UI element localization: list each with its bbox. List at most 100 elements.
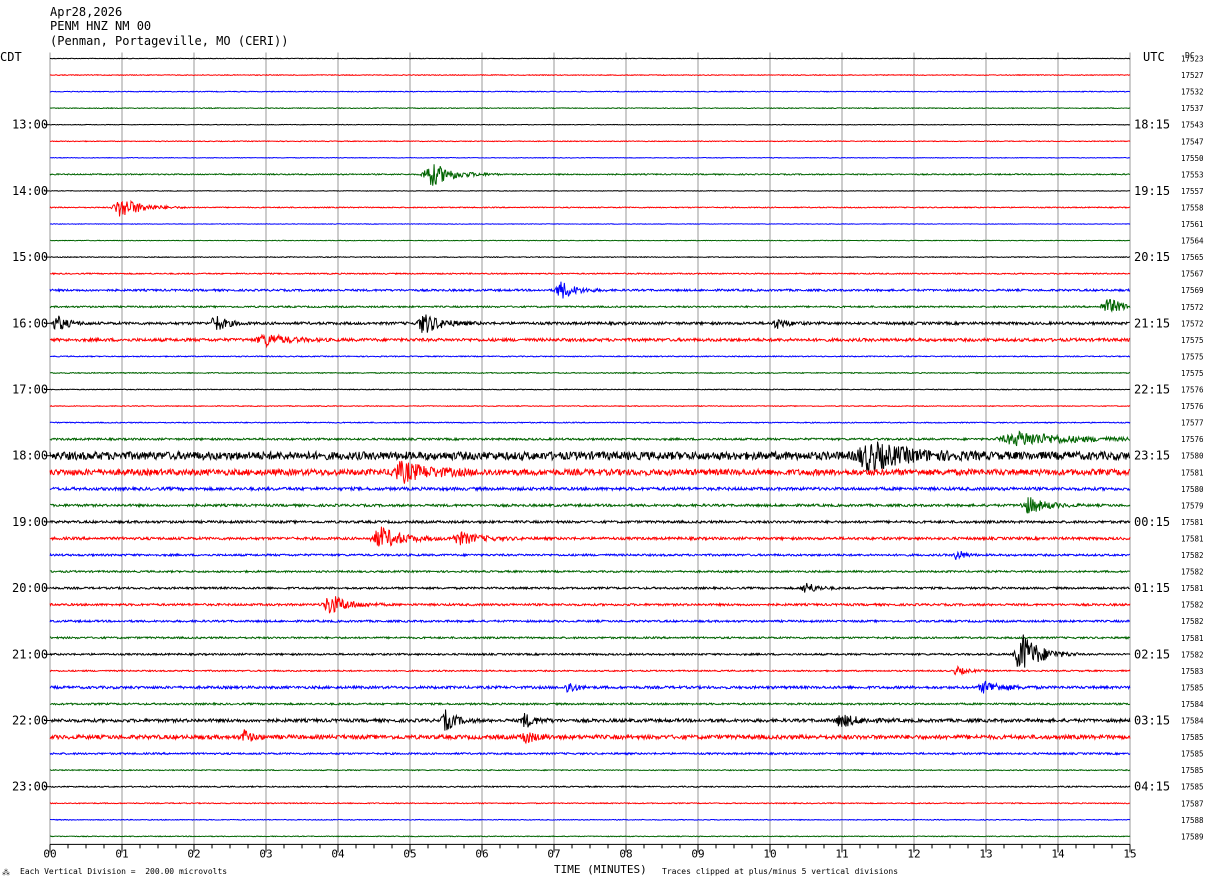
left-hour-label: 21:00 bbox=[12, 647, 48, 661]
seismic-trace bbox=[49, 680, 1131, 694]
trace-dc-value: 17582 bbox=[1181, 650, 1204, 659]
trace-dc-value: 17561 bbox=[1181, 220, 1204, 229]
trace-dc-value: 17581 bbox=[1181, 534, 1204, 543]
scale-note: Each Vertical Division = 200.00 microvol… bbox=[20, 867, 228, 876]
trace-dc-value: 17553 bbox=[1181, 170, 1204, 179]
x-axis-title: TIME (MINUTES) bbox=[554, 863, 647, 876]
scale-icon: ⁂ bbox=[2, 868, 10, 877]
trace-dc-value: 17558 bbox=[1181, 203, 1204, 212]
left-hour-label: 17:00 bbox=[12, 383, 48, 397]
trace-dc-value: 17580 bbox=[1181, 452, 1204, 461]
seismic-trace bbox=[49, 57, 1131, 60]
right-hour-label: 04:15 bbox=[1134, 780, 1170, 794]
left-hour-label: 23:00 bbox=[12, 780, 48, 794]
seismic-trace bbox=[49, 785, 1131, 789]
seismic-trace bbox=[49, 664, 1131, 676]
trace-dc-value: 17585 bbox=[1181, 766, 1204, 775]
seismic-trace bbox=[49, 634, 1131, 668]
seismic-trace bbox=[49, 355, 1131, 358]
trace-dc-value: 17588 bbox=[1181, 816, 1204, 825]
trace-dc-value: 17584 bbox=[1181, 717, 1204, 726]
trace-dc-value: 17581 bbox=[1181, 518, 1204, 527]
seismic-trace bbox=[49, 582, 1131, 593]
seismic-trace bbox=[49, 421, 1131, 424]
seismic-trace bbox=[49, 550, 1131, 560]
seismic-trace bbox=[49, 635, 1131, 640]
left-hour-label: 19:00 bbox=[12, 515, 48, 529]
trace-dc-value: 17576 bbox=[1181, 386, 1204, 395]
seismic-trace bbox=[49, 526, 1131, 547]
x-tick-label: 11 bbox=[835, 847, 848, 860]
seismic-trace bbox=[49, 618, 1131, 624]
seismic-trace bbox=[49, 441, 1131, 473]
seismic-trace bbox=[49, 333, 1131, 349]
clip-note: Traces clipped at plus/minus 5 vertical … bbox=[662, 867, 899, 876]
left-hour-label: 15:00 bbox=[12, 250, 48, 264]
seismic-trace bbox=[49, 768, 1131, 772]
trace-dc-value: 17537 bbox=[1181, 104, 1204, 113]
trace-dc-value: 17587 bbox=[1181, 799, 1204, 808]
trace-dc-value: 17582 bbox=[1181, 551, 1204, 560]
trace-dc-value: 17567 bbox=[1181, 270, 1204, 279]
trace-dc-value: 17582 bbox=[1181, 617, 1204, 626]
seismic-trace bbox=[49, 239, 1131, 242]
seismic-trace bbox=[49, 729, 1131, 745]
seismic-trace bbox=[49, 835, 1131, 838]
seismic-trace bbox=[49, 801, 1131, 805]
seismic-trace bbox=[49, 430, 1131, 447]
trace-dc-value: 17547 bbox=[1181, 137, 1204, 146]
x-tick-label: 14 bbox=[1051, 847, 1065, 860]
trace-dc-value: 17585 bbox=[1181, 750, 1204, 759]
x-tick-label: 00 bbox=[43, 847, 56, 860]
trace-dc-value: 17523 bbox=[1181, 55, 1204, 64]
trace-dc-value: 17550 bbox=[1181, 154, 1204, 163]
seismic-trace bbox=[49, 314, 1131, 333]
seismic-trace bbox=[49, 497, 1131, 514]
seismic-trace bbox=[49, 388, 1131, 391]
seismic-trace bbox=[49, 223, 1131, 225]
trace-dc-value: 17583 bbox=[1181, 667, 1204, 676]
seismic-trace bbox=[50, 189, 1131, 192]
trace-dc-value: 17565 bbox=[1181, 253, 1204, 262]
x-tick-label: 13 bbox=[979, 847, 992, 860]
trace-dc-value: 17575 bbox=[1181, 336, 1204, 345]
right-hour-label: 20:15 bbox=[1134, 250, 1170, 264]
x-tick-label: 15 bbox=[1123, 847, 1136, 860]
trace-dc-value: 17575 bbox=[1181, 352, 1204, 361]
left-hour-label: 14:00 bbox=[12, 184, 48, 198]
left-hour-label: 16:00 bbox=[12, 316, 48, 330]
seismic-trace bbox=[49, 485, 1131, 493]
seismic-trace bbox=[49, 123, 1131, 126]
trace-dc-value: 17582 bbox=[1181, 601, 1204, 610]
seismic-trace bbox=[49, 73, 1131, 77]
seismic-trace bbox=[49, 156, 1131, 159]
trace-dc-value: 17564 bbox=[1181, 237, 1204, 246]
right-hour-label: 22:15 bbox=[1134, 383, 1170, 397]
seismogram-chart: CDT UTC DC 00 01 02 03 04 05 06 07 08 09 10 11 12 13 1… bbox=[0, 50, 1204, 876]
x-tick-label: 10 bbox=[763, 847, 776, 860]
trace-dc-value: 17585 bbox=[1181, 683, 1204, 692]
right-hour-label: 18:15 bbox=[1134, 118, 1170, 132]
trace-dc-value: 17575 bbox=[1181, 369, 1204, 378]
trace-dc-value: 17579 bbox=[1181, 501, 1204, 510]
x-tick-label: 03 bbox=[259, 847, 272, 860]
x-tick-label: 08 bbox=[619, 847, 632, 860]
seismic-trace bbox=[49, 404, 1131, 408]
timezone-right-label: UTC bbox=[1143, 50, 1165, 64]
seismic-trace bbox=[49, 90, 1131, 93]
trace-dc-value: 17582 bbox=[1181, 568, 1204, 577]
trace-dc-value: 17557 bbox=[1181, 187, 1204, 196]
x-tick-label: 07 bbox=[547, 847, 560, 860]
left-hour-label: 22:00 bbox=[12, 714, 48, 728]
seismic-trace bbox=[49, 751, 1131, 756]
trace-dc-value: 17532 bbox=[1181, 88, 1204, 97]
trace-dc-value: 17581 bbox=[1181, 584, 1204, 593]
x-tick-label: 06 bbox=[475, 847, 488, 860]
x-tick-label: 05 bbox=[403, 847, 416, 860]
x-tick-label: 04 bbox=[331, 847, 345, 860]
right-hour-label: 21:15 bbox=[1134, 316, 1170, 330]
seismic-trace bbox=[49, 701, 1131, 707]
seismic-trace bbox=[49, 140, 1131, 143]
seismic-trace bbox=[49, 272, 1131, 276]
right-hour-label: 19:15 bbox=[1134, 184, 1170, 198]
